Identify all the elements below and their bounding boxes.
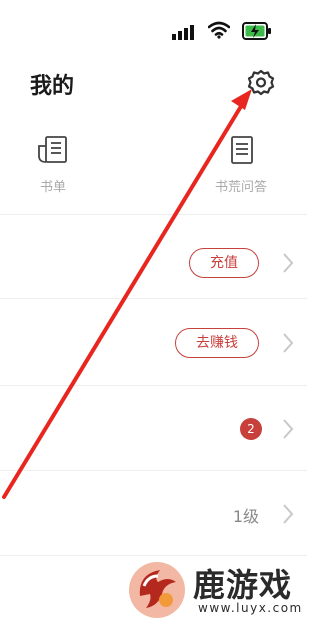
watermark-url: www.luyx.com [198,601,303,615]
user-level: 1级 [232,507,259,526]
chevron-right-icon [283,333,294,353]
list-item-earn[interactable]: 去赚钱 [0,299,307,383]
watermark-name: 鹿游戏 [193,566,293,604]
shortcut-book-list[interactable]: 书单 [23,134,83,195]
chevron-right-icon [283,419,294,439]
shortcut-qa[interactable]: 书荒问答 [196,134,286,195]
wifi-icon [208,21,230,39]
notification-badge: 2 [240,418,262,440]
earn-money-button[interactable]: 去赚钱 [175,328,259,358]
battery-charging-icon [242,22,271,40]
chevron-right-icon [283,504,294,524]
chevron-right-icon [283,253,294,273]
list-item-recharge[interactable]: 充值 [0,215,307,299]
gear-icon[interactable] [246,68,276,98]
deer-logo-icon [129,562,185,618]
page-title: 我的 [30,74,75,99]
list-item-level[interactable]: 1级 [0,471,307,555]
recharge-button[interactable]: 充值 [189,248,259,278]
shortcut-label: 书单 [39,180,66,195]
signal-bars-icon [172,25,194,40]
book-list-icon [38,136,67,163]
list-item-messages[interactable]: 2 [0,386,307,470]
qa-document-icon [231,136,253,164]
shortcut-label: 书荒问答 [214,180,267,195]
